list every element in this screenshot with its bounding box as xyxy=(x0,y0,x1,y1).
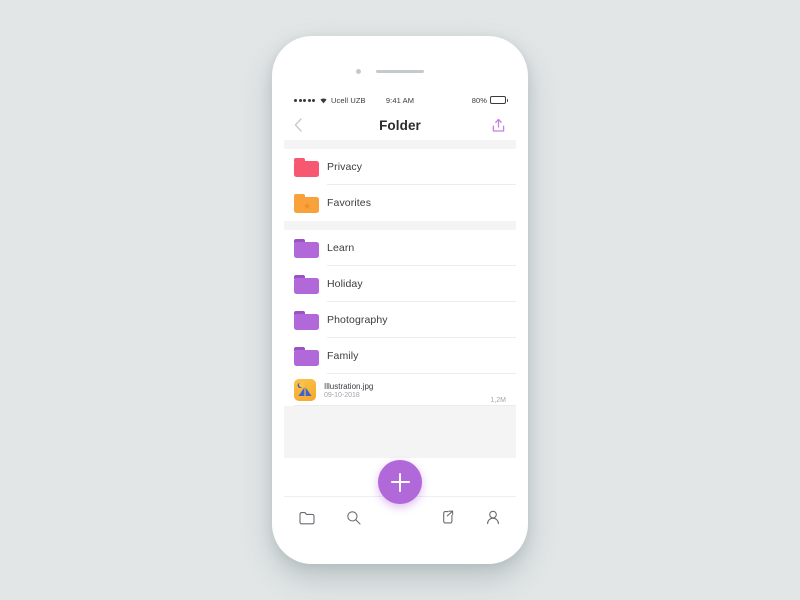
camera-dot-icon xyxy=(356,69,361,74)
add-button[interactable] xyxy=(378,460,422,504)
upload-icon xyxy=(492,118,505,132)
status-time: 9:41 AM xyxy=(385,95,415,105)
upload-button[interactable] xyxy=(484,114,506,136)
tab-search[interactable] xyxy=(330,497,376,538)
person-icon xyxy=(486,510,499,525)
status-bar: Ucell UZB 9:41 AM 80% xyxy=(284,90,516,110)
phone-screen: Ucell UZB 9:41 AM 80% Folder Privacy ★ F… xyxy=(284,90,516,538)
list-item-label: Family xyxy=(327,350,359,362)
battery-percent-label: 80% xyxy=(471,95,487,105)
status-bar-right: 80% xyxy=(414,95,508,105)
battery-icon xyxy=(490,96,508,104)
chevron-left-icon xyxy=(294,118,302,132)
nav-bar: Folder xyxy=(284,110,516,140)
folder-icon xyxy=(294,238,319,258)
file-name: Illustration.jpg xyxy=(324,381,374,391)
file-date: 09-10-2018 xyxy=(324,391,360,399)
folder-icon xyxy=(294,274,319,294)
list-section-divider xyxy=(284,221,516,230)
file-meta: Illustration.jpg 09-10-2018 xyxy=(324,382,490,399)
folder-icon xyxy=(294,157,319,177)
star-icon: ★ xyxy=(303,200,312,211)
list-item-label: Favorites xyxy=(327,197,372,209)
tab-folder[interactable] xyxy=(284,497,330,538)
list-item-favorites[interactable]: ★ Favorites xyxy=(284,185,516,221)
folder-list[interactable]: Privacy ★ Favorites Learn Holiday Photog… xyxy=(284,140,516,458)
list-item-learn[interactable]: Learn xyxy=(284,230,516,266)
carrier-name: Ucell UZB xyxy=(331,95,366,105)
signal-strength-icon xyxy=(294,98,315,102)
folder-icon xyxy=(294,310,319,330)
file-size: 1,2M xyxy=(490,397,506,404)
tab-profile[interactable] xyxy=(470,497,516,538)
image-thumbnail-icon xyxy=(294,379,316,401)
status-bar-left: Ucell UZB xyxy=(294,96,386,105)
list-item-file[interactable]: Illustration.jpg 09-10-2018 1,2M xyxy=(284,374,516,406)
list-item-label: Holiday xyxy=(327,278,363,290)
share-icon xyxy=(443,510,454,524)
page-title: Folder xyxy=(379,117,421,133)
folder-icon: ★ xyxy=(294,193,319,213)
search-icon xyxy=(347,511,361,525)
list-top-gap xyxy=(284,140,516,149)
list-item-label: Photography xyxy=(327,314,388,326)
tab-share[interactable] xyxy=(423,497,469,538)
list-item-holiday[interactable]: Holiday xyxy=(284,266,516,302)
phone-top-hardware xyxy=(272,67,528,77)
list-item-family[interactable]: Family xyxy=(284,338,516,374)
list-empty-area xyxy=(284,406,516,458)
folder-outline-icon xyxy=(299,511,315,524)
list-section-2: Learn Holiday Photography Family Illustr… xyxy=(284,230,516,406)
list-item-label: Learn xyxy=(327,242,355,254)
wifi-icon xyxy=(319,96,328,104)
folder-icon xyxy=(294,346,319,366)
list-section-1: Privacy ★ Favorites xyxy=(284,149,516,221)
list-item-photography[interactable]: Photography xyxy=(284,302,516,338)
list-item-label: Privacy xyxy=(327,161,363,173)
speaker-grille-icon xyxy=(376,70,424,73)
list-item-privacy[interactable]: Privacy xyxy=(284,149,516,185)
back-button[interactable] xyxy=(294,114,316,136)
phone-frame: Ucell UZB 9:41 AM 80% Folder Privacy ★ F… xyxy=(272,36,528,564)
